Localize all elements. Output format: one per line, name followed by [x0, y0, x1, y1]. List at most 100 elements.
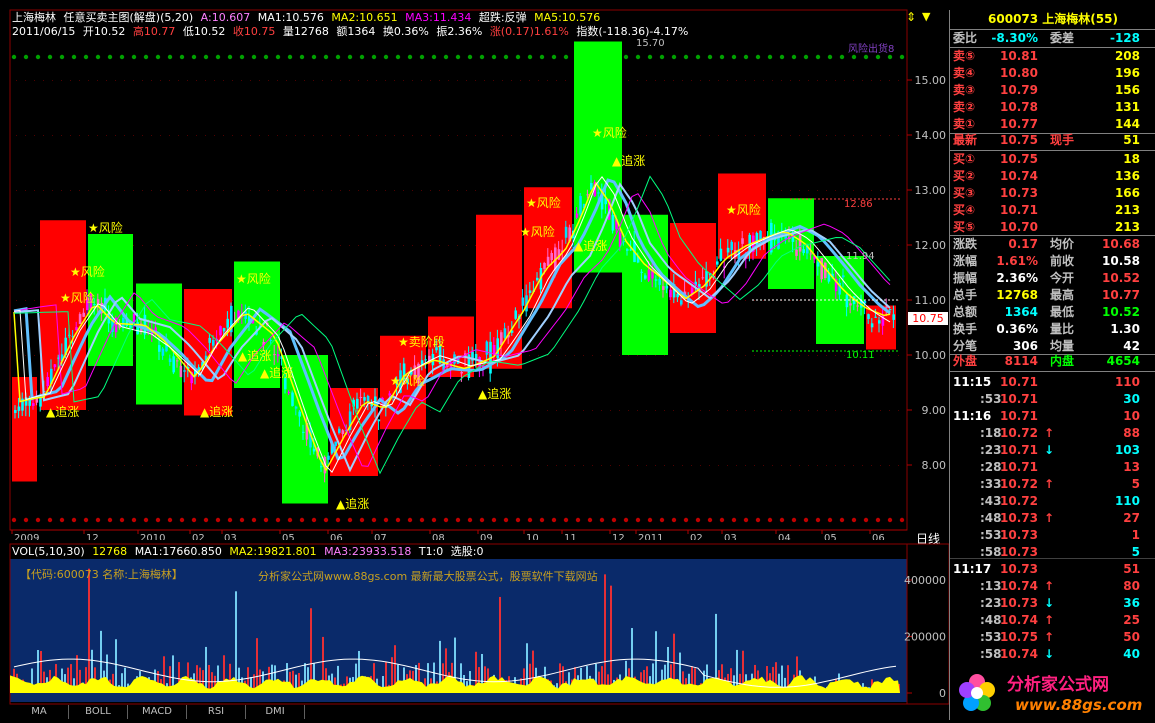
period-button[interactable]: 日线: [908, 530, 948, 546]
tick-price: 10.71: [1000, 460, 1038, 474]
grid-dot: [430, 465, 431, 466]
indicator-name: 任意买卖主图(解盘)(5,20): [63, 11, 194, 24]
tick-time: 11:15: [953, 375, 992, 389]
grid-dot: [403, 465, 404, 466]
grid-dot: [385, 245, 386, 246]
grid-dot: [178, 80, 179, 81]
inner-value: 4654: [1106, 354, 1140, 368]
grid-dot: [709, 135, 710, 136]
signal-dot: [143, 54, 149, 60]
grid-dot: [709, 190, 710, 191]
grid-dot: [853, 410, 854, 411]
grid-dot: [196, 245, 197, 246]
candle-body: [276, 354, 280, 357]
signal-dot: [875, 517, 881, 523]
grid-dot: [448, 465, 449, 466]
grid-dot: [781, 190, 782, 191]
stock-name: 上海梅林: [12, 11, 56, 24]
signal-dot: [899, 54, 905, 60]
grid-dot: [835, 245, 836, 246]
signal-dot: [503, 54, 509, 60]
tick-time: :18: [980, 426, 1002, 440]
grid-dot: [412, 245, 413, 246]
grid-dot: [106, 190, 107, 191]
anchor-icon[interactable]: ⇕: [906, 10, 916, 24]
candle-body: [680, 300, 683, 305]
x-tick-label: 05: [282, 533, 295, 540]
stat-value: 10.52: [1102, 271, 1140, 285]
tab-rsi[interactable]: RSI: [187, 705, 246, 719]
grid-dot: [457, 80, 458, 81]
signal-dot: [131, 517, 137, 523]
grid-dot: [277, 410, 278, 411]
candle-body: [46, 377, 49, 387]
current-price-tag: 10.75: [908, 312, 948, 325]
tick-arrow: ↑: [1044, 579, 1055, 593]
signal-dot: [191, 54, 197, 60]
ask-label: 卖⑤: [953, 49, 976, 63]
grid-dot: [259, 80, 260, 81]
tab-boll[interactable]: BOLL: [69, 705, 128, 719]
outer-label: 外盘: [953, 354, 978, 368]
grid-dot: [529, 80, 530, 81]
grid-dot: [871, 245, 872, 246]
signal-dot: [443, 54, 449, 60]
candle-body: [719, 248, 723, 261]
phase-box: [622, 214, 668, 355]
price-chart[interactable]: ★风险 ★风险 ★风险 ★风险 ★风险 ★风险 ★风险 ★风险 ★风险 ▲追涨 ▲追涨 ▲追涨 ▲追涨 ▲…: [0, 0, 949, 540]
signal-dot: [635, 54, 641, 60]
grid-dot: [862, 245, 863, 246]
candle-body: [802, 249, 805, 254]
signal-dot: [599, 517, 605, 523]
grid-dot: [223, 245, 224, 246]
grid-dot: [583, 410, 584, 411]
grid-dot: [448, 80, 449, 81]
grid-dot: [556, 135, 557, 136]
logo-name: 分析家公式网: [1007, 675, 1109, 695]
candle-body: [500, 332, 503, 345]
signal-dot: [563, 54, 569, 60]
tick-arrow: ↓: [1044, 443, 1055, 457]
tab-ma[interactable]: MA: [10, 705, 69, 719]
grid-dot: [799, 410, 800, 411]
chevron-down-icon[interactable]: ▼: [922, 10, 930, 23]
grid-dot: [376, 135, 377, 136]
grid-dot: [502, 190, 503, 191]
grid-dot: [277, 80, 278, 81]
grid-dot: [682, 410, 683, 411]
grid-dot: [889, 245, 890, 246]
grid-dot: [457, 245, 458, 246]
outer-inner-row: 外盘 8114 内盘 4654: [950, 353, 1150, 370]
grid-dot: [799, 300, 800, 301]
tab-macd[interactable]: MACD: [128, 705, 187, 719]
candle-body: [701, 277, 705, 279]
grid-dot: [232, 80, 233, 81]
grid-dot: [160, 135, 161, 136]
ask-volume: 156: [1114, 83, 1140, 97]
vol-select: 选股:0: [450, 545, 484, 558]
grid-dot: [376, 190, 377, 191]
stat-row: 总手 12768 最高 10.77: [950, 287, 1150, 304]
signal-dot: [239, 54, 245, 60]
grid-dot: [754, 300, 755, 301]
grid-dot: [322, 190, 323, 191]
bid-price: 10.75: [1000, 152, 1038, 166]
grid-dot: [862, 135, 863, 136]
grid-dot: [565, 410, 566, 411]
grid-dot: [754, 135, 755, 136]
grid-dot: [331, 190, 332, 191]
signal-dot: [431, 54, 437, 60]
signal-dot: [827, 54, 833, 60]
ask-row: 卖⑤ 10.81 208: [950, 48, 1150, 65]
grid-dot: [205, 245, 206, 246]
grid-dot: [331, 135, 332, 136]
candle-body: [521, 297, 525, 306]
tick-row: :18 10.72 ↑ 88: [950, 425, 1150, 442]
tick-price: 10.75: [1000, 630, 1038, 644]
signal-dot: [851, 517, 857, 523]
grid-dot: [511, 410, 512, 411]
signal-dot: [335, 54, 341, 60]
candle-body: [575, 213, 579, 218]
grid-dot: [646, 135, 647, 136]
tab-dmi[interactable]: DMI: [246, 705, 305, 719]
